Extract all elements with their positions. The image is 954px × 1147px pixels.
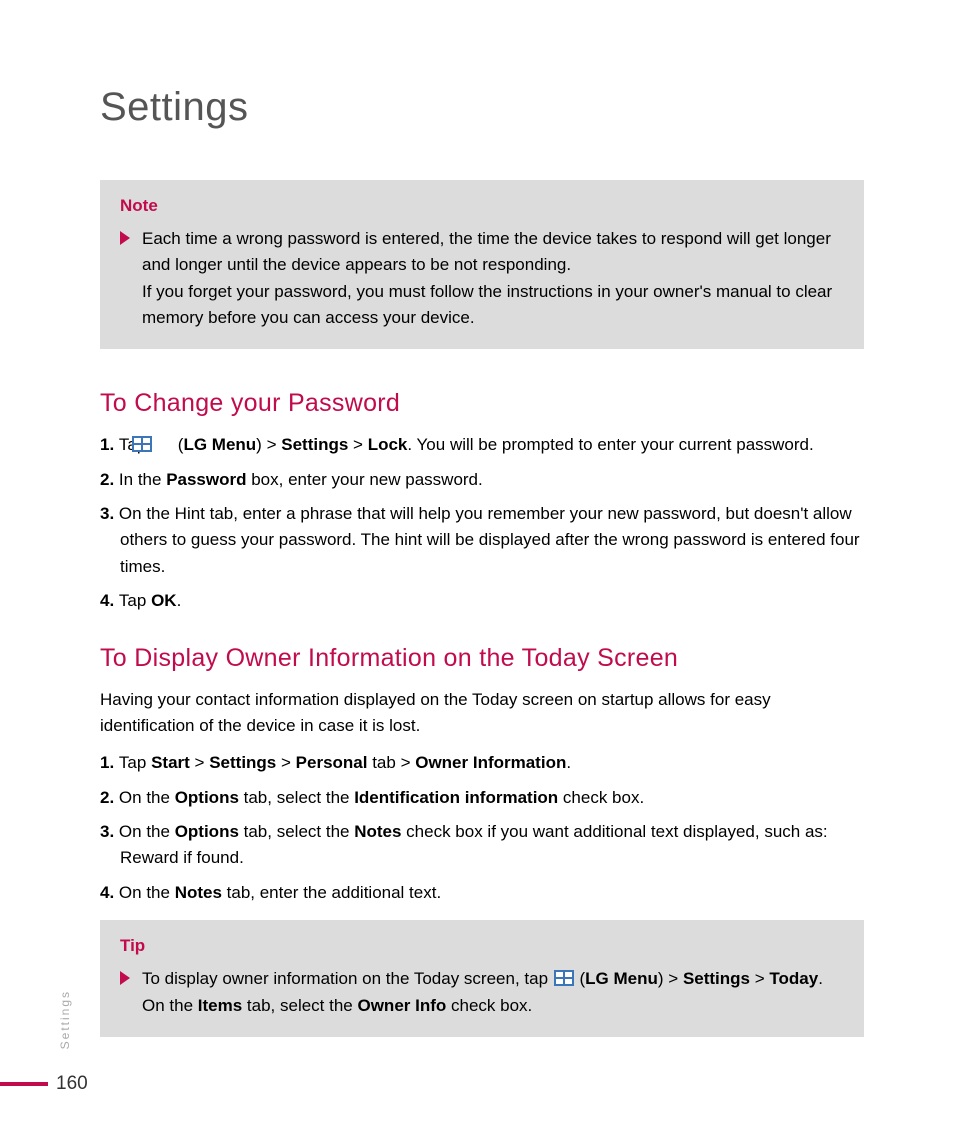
section2-step3: On the Options tab, select the Notes che…: [100, 819, 864, 872]
page-title: Settings: [100, 85, 864, 130]
section2-step1: Tap Start > Settings > Personal tab > Ow…: [100, 750, 864, 776]
note-title: Note: [120, 196, 844, 216]
footer-accent-bar: [0, 1082, 48, 1086]
note-text: Each time a wrong password is entered, t…: [142, 226, 844, 331]
note-line1: Each time a wrong password is entered, t…: [142, 226, 844, 279]
bullet-triangle-icon: [120, 231, 130, 245]
page-number: 160: [56, 1073, 88, 1095]
section2-heading: To Display Owner Information on the Toda…: [100, 644, 864, 673]
section1-step2: In the Password box, enter your new pass…: [100, 467, 864, 493]
section1-step3: On the Hint tab, enter a phrase that wil…: [100, 501, 864, 580]
tip-body: To display owner information on the Toda…: [120, 966, 844, 1019]
section2-intro: Having your contact information displaye…: [100, 687, 864, 738]
tip-callout: Tip To display owner information on the …: [100, 920, 864, 1037]
note-body: Each time a wrong password is entered, t…: [120, 226, 844, 331]
tip-line1: To display owner information on the Toda…: [142, 966, 823, 992]
tip-title: Tip: [120, 936, 844, 956]
lg-menu-icon: [554, 968, 574, 984]
tip-text: To display owner information on the Toda…: [142, 966, 823, 1019]
tip-line2: On the Items tab, select the Owner Info …: [142, 993, 823, 1019]
section2-steps: Tap Start > Settings > Personal tab > Ow…: [100, 750, 864, 906]
section1-step1: Tap (LG Menu) > Settings > Lock. You wil…: [100, 432, 864, 458]
page-footer: 160: [0, 1073, 88, 1095]
section1-heading: To Change your Password: [100, 389, 864, 418]
section2-step4: On the Notes tab, enter the additional t…: [100, 880, 864, 906]
bullet-triangle-icon: [120, 971, 130, 985]
note-line2: If you forget your password, you must fo…: [142, 279, 844, 332]
lg-menu-icon: [152, 434, 172, 450]
note-callout: Note Each time a wrong password is enter…: [100, 180, 864, 349]
side-section-label: Settings: [58, 990, 72, 1049]
page-content: Settings Note Each time a wrong password…: [0, 0, 954, 1137]
section1-step4: Tap OK.: [100, 588, 864, 614]
section2-step2: On the Options tab, select the Identific…: [100, 785, 864, 811]
section1-steps: Tap (LG Menu) > Settings > Lock. You wil…: [100, 432, 864, 614]
